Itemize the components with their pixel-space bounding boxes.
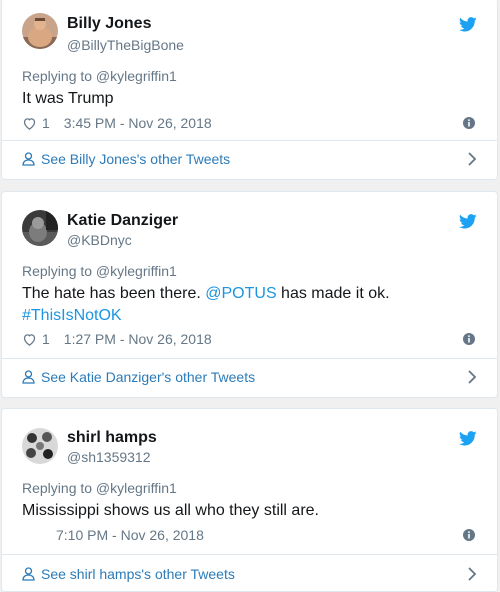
author-handle[interactable]: @BillyTheBigBone — [67, 37, 184, 53]
tweet-card: Billy Jones @BillyTheBigBone Replying to… — [1, 0, 498, 180]
chevron-right-icon[interactable] — [467, 370, 477, 384]
replying-to[interactable]: Replying to @kylegriffin1 — [22, 263, 177, 279]
see-other-tweets-label: See Katie Danziger's other Tweets — [41, 369, 256, 385]
chevron-right-icon[interactable] — [467, 567, 477, 581]
replying-to[interactable]: Replying to @kylegriffin1 — [22, 480, 177, 496]
divider — [2, 358, 497, 359]
see-other-tweets-label: See shirl hamps's other Tweets — [41, 566, 235, 582]
author-name[interactable]: shirl hamps — [67, 429, 157, 447]
timestamp[interactable]: 1:27 PM - Nov 26, 2018 — [64, 331, 212, 347]
tweet-card: shirl hamps @sh1359312 Replying to @kyle… — [1, 408, 498, 592]
tweet-card: Katie Danziger @KBDnyc Replying to @kyle… — [1, 191, 498, 398]
person-icon — [22, 370, 35, 384]
see-other-tweets-label: See Billy Jones's other Tweets — [41, 151, 231, 167]
author-handle[interactable]: @KBDnyc — [67, 232, 132, 248]
divider — [2, 140, 497, 141]
tweet-meta: 1 3:45 PM - Nov 26, 2018 — [22, 113, 212, 133]
twitter-bird-icon[interactable] — [459, 431, 477, 446]
chevron-right-icon[interactable] — [467, 152, 477, 166]
heart-icon[interactable] — [22, 332, 37, 347]
twitter-bird-icon[interactable] — [459, 214, 477, 229]
replying-to[interactable]: Replying to @kylegriffin1 — [22, 68, 177, 84]
author-handle[interactable]: @sh1359312 — [67, 449, 151, 465]
avatar[interactable] — [22, 428, 58, 464]
tweet-text: It was Trump — [22, 90, 114, 107]
info-icon[interactable] — [463, 529, 475, 541]
heart-icon[interactable] — [22, 116, 37, 131]
twitter-bird-icon[interactable] — [459, 17, 477, 32]
avatar[interactable] — [22, 210, 58, 246]
info-icon[interactable] — [463, 117, 475, 129]
tweet-text: Mississippi shows us all who they still … — [22, 502, 319, 519]
timestamp[interactable]: 7:10 PM - Nov 26, 2018 — [56, 527, 204, 543]
tweet-text-part: has made it ok. — [276, 285, 390, 302]
see-other-tweets-link[interactable]: See shirl hamps's other Tweets — [22, 566, 477, 582]
person-icon — [22, 567, 35, 581]
avatar[interactable] — [22, 13, 58, 49]
tweet-text-part: The hate has been there. — [22, 285, 206, 302]
person-icon — [22, 152, 35, 166]
timestamp[interactable]: 3:45 PM - Nov 26, 2018 — [64, 115, 212, 131]
like-count: 1 — [42, 115, 50, 131]
see-other-tweets-link[interactable]: See Billy Jones's other Tweets — [22, 151, 477, 167]
tweet-meta: 7:10 PM - Nov 26, 2018 — [22, 525, 204, 545]
see-other-tweets-link[interactable]: See Katie Danziger's other Tweets — [22, 369, 477, 385]
hashtag-link[interactable]: #ThisIsNotOK — [22, 307, 122, 324]
author-name[interactable]: Billy Jones — [67, 15, 151, 33]
tweet-meta: 1 1:27 PM - Nov 26, 2018 — [22, 329, 212, 349]
mention-link[interactable]: @POTUS — [205, 285, 276, 302]
divider — [2, 554, 497, 555]
info-icon[interactable] — [463, 333, 475, 345]
like-count: 1 — [42, 331, 50, 347]
tweet-text: The hate has been there. @POTUS has made… — [22, 283, 477, 327]
author-name[interactable]: Katie Danziger — [67, 212, 178, 230]
